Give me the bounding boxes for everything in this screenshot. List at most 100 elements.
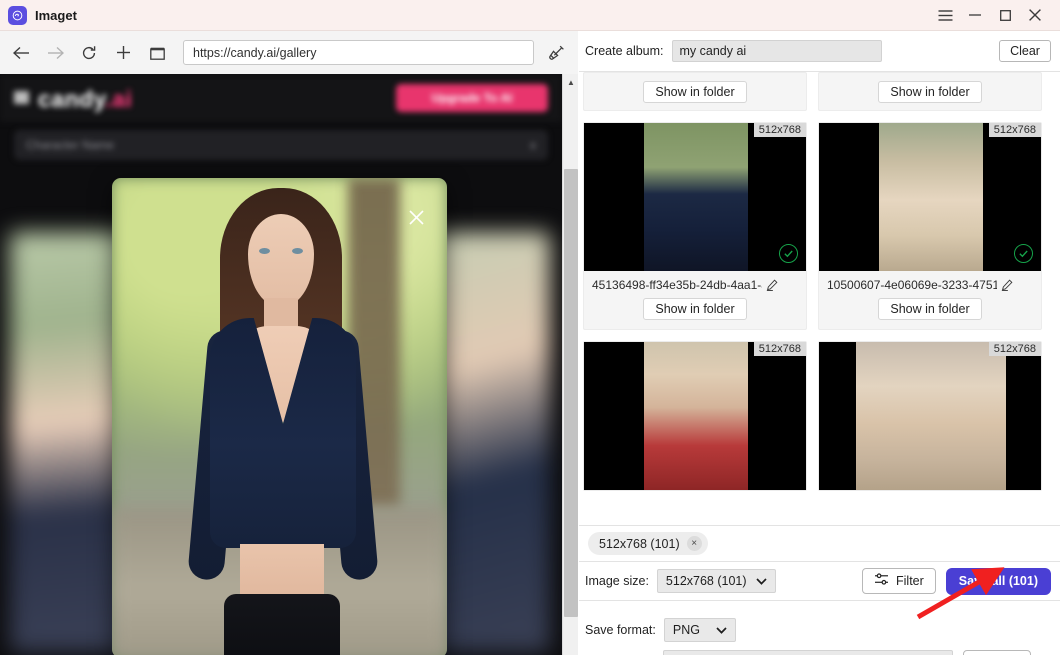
site-search-input[interactable]: Character Name x (14, 130, 548, 160)
preview-subject-shorts (224, 594, 340, 655)
change-location-button[interactable]: Change (963, 649, 1031, 655)
grid-row: 512x768 512x768 (583, 341, 1045, 502)
pencil-icon[interactable] (766, 279, 778, 291)
site-upgrade-button[interactable]: Upgrade To AI (396, 84, 548, 112)
image-preview-modal (112, 178, 447, 655)
show-in-folder-wrap: Show in folder (819, 298, 1041, 329)
grid-row: Show in folder Show in folder (583, 72, 1045, 122)
preview-subject-eye (292, 248, 303, 254)
thumbnail-card[interactable]: 512x768 (818, 341, 1042, 491)
file-location-row: File location: C:\Users\mobeesoft\Deskto… (579, 646, 1060, 655)
site-search-placeholder: Character Name (26, 138, 115, 152)
check-circle-icon[interactable] (1014, 244, 1033, 263)
site-logo-text: candy (38, 86, 106, 112)
thumbnail-image[interactable]: 512x768 (819, 342, 1041, 490)
app-title: Imaget (35, 7, 77, 23)
save-format-row: Save format: PNG (579, 614, 1060, 646)
thumbnail-card[interactable]: 512x768 45136498-ff34e35b-24db-4aa1-aec (583, 122, 807, 330)
image-size-select[interactable]: 512x768 (101) (656, 569, 776, 593)
check-circle-icon[interactable] (779, 244, 798, 263)
forward-arrow-icon[interactable] (42, 40, 68, 66)
site-menu-icon[interactable] (14, 91, 29, 104)
save-all-label: Save all (101) (958, 574, 1038, 588)
thumbnail-card[interactable]: Show in folder (818, 72, 1042, 111)
webpage-content: candy.ai Upgrade To AI Character Name x (0, 74, 562, 655)
clear-button[interactable]: Clear (999, 40, 1051, 62)
show-in-folder-button[interactable]: Show in folder (878, 80, 982, 103)
thumbnail-card[interactable]: Show in folder (583, 72, 807, 111)
thumbnail-image[interactable]: 512x768 (584, 123, 806, 271)
browser-scrollbar[interactable]: ▲ ▼ (562, 74, 578, 655)
filter-chip[interactable]: 512x768 (101) × (588, 532, 708, 555)
scrollbar-thumb[interactable] (564, 169, 578, 617)
create-album-row: Create album: my candy ai Clear (579, 31, 1060, 72)
thumbnail-grid[interactable]: Show in folder Show in folder 512x768 45… (579, 72, 1049, 525)
remove-chip-icon[interactable]: × (686, 536, 702, 551)
size-badge: 512x768 (753, 342, 806, 356)
save-format-label: Save format: (585, 623, 656, 637)
filename-row[interactable]: 10500607-4e06069e-3233-4751-b5 (819, 271, 1041, 298)
clear-label: Clear (1010, 44, 1040, 58)
title-bar: Imaget (0, 0, 1060, 31)
image-size-label: Image size: (585, 574, 649, 588)
active-filter-chips: 512x768 (101) × (579, 525, 1060, 562)
browser-toolbar: https://candy.ai/gallery (0, 31, 578, 74)
file-location-input[interactable]: C:\Users\mobeesoft\Desktop (663, 650, 954, 655)
reload-icon[interactable] (76, 40, 102, 66)
thumbnail-image[interactable]: 512x768 (819, 123, 1041, 271)
image-size-value: 512x768 (101) (665, 574, 747, 588)
filename-row[interactable]: 45136498-ff34e35b-24db-4aa1-aec (584, 271, 806, 298)
url-text: https://candy.ai/gallery (193, 45, 317, 60)
preview-subject-face (248, 214, 314, 306)
size-badge: 512x768 (988, 123, 1041, 137)
preview-subject-eye (259, 248, 270, 254)
show-in-folder-button[interactable]: Show in folder (878, 298, 982, 320)
site-logo: candy.ai (38, 86, 132, 113)
show-in-folder-wrap: Show in folder (584, 298, 806, 329)
image-size-row: Image size: 512x768 (101) Filter Save al… (579, 562, 1060, 600)
site-search-clear-icon[interactable]: x (530, 138, 536, 152)
album-name-input[interactable]: my candy ai (671, 40, 882, 62)
thumbnail-card[interactable]: 512x768 (583, 341, 807, 491)
save-format-select[interactable]: PNG (663, 618, 736, 642)
menu-icon[interactable] (930, 0, 960, 31)
download-panel: Create album: my candy ai Clear Show in … (579, 31, 1060, 655)
preview-subject-midriff (240, 544, 324, 600)
embedded-browser: https://candy.ai/gallery candy.ai Upgrad… (0, 31, 578, 655)
plus-icon[interactable] (110, 40, 136, 66)
close-icon[interactable] (1020, 0, 1050, 31)
site-upgrade-label: Upgrade To AI (431, 91, 513, 105)
size-badge: 512x768 (753, 123, 806, 137)
cloud-logo-icon (8, 5, 27, 25)
chevron-down-icon (755, 574, 767, 588)
size-badge: 512x768 (988, 342, 1041, 356)
back-arrow-icon[interactable] (8, 40, 34, 66)
site-logo-suffix: .ai (105, 86, 133, 112)
address-bar[interactable]: https://candy.ai/gallery (183, 40, 534, 65)
minimize-icon[interactable] (960, 0, 990, 31)
maximize-icon[interactable] (990, 0, 1020, 31)
save-all-button[interactable]: Save all (101) (945, 567, 1051, 595)
scroll-up-icon[interactable]: ▲ (563, 74, 579, 91)
window-controls (930, 0, 1060, 31)
show-in-folder-button[interactable]: Show in folder (643, 298, 747, 320)
filename-text: 10500607-4e06069e-3233-4751-b5 (827, 277, 997, 292)
broom-icon[interactable] (542, 43, 572, 62)
save-format-value: PNG (672, 623, 700, 637)
divider (579, 600, 1060, 601)
show-in-folder-button[interactable]: Show in folder (643, 80, 747, 103)
thumbnail-card[interactable]: 512x768 10500607-4e06069e-3233-4751-b5 (818, 122, 1042, 330)
create-album-label: Create album: (585, 44, 664, 58)
filter-button[interactable]: Filter (862, 568, 936, 594)
filter-label: Filter (896, 574, 924, 588)
sliders-icon (874, 573, 889, 589)
album-name-value: my candy ai (679, 44, 747, 58)
grid-row: 512x768 45136498-ff34e35b-24db-4aa1-aec (583, 122, 1045, 341)
pencil-icon[interactable] (1001, 279, 1013, 291)
window-icon[interactable] (144, 40, 170, 66)
imaget-app-window: Imaget https://candy.ai/gallery candy.ai… (0, 0, 1060, 655)
close-icon[interactable] (405, 206, 427, 228)
filename-text: 45136498-ff34e35b-24db-4aa1-aec (592, 277, 762, 292)
thumbnail-image[interactable]: 512x768 (584, 342, 806, 490)
filter-chip-label: 512x768 (101) (599, 536, 680, 551)
